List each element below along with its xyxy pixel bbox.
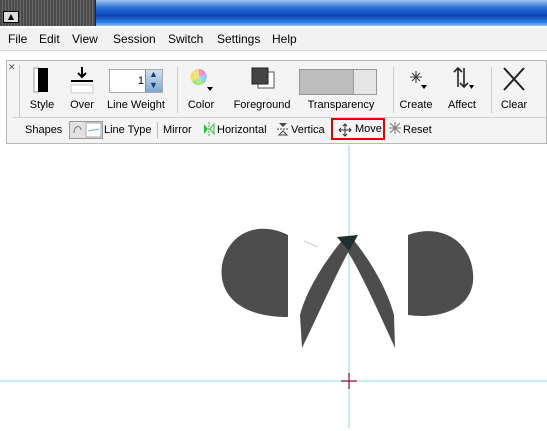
- right-wing-shape[interactable]: [346, 238, 395, 348]
- affect-tool[interactable]: Affect: [443, 65, 481, 111]
- mirror-label: Mirror: [163, 124, 192, 136]
- menu-session[interactable]: Session: [113, 32, 156, 46]
- mirror-vertical-icon: [276, 121, 290, 140]
- toolbar-grip[interactable]: [19, 65, 20, 117]
- menu-file[interactable]: File: [8, 32, 27, 46]
- separator: [177, 67, 178, 113]
- line-type-selector[interactable]: [69, 121, 103, 139]
- separator: [157, 122, 158, 138]
- affect-label: Affect: [448, 99, 476, 111]
- clear-label: Clear: [500, 99, 528, 111]
- move-label: Move: [355, 123, 382, 135]
- drawing-toolbar: ✕ Style Over 1 ▲ ▼ Line Weight Color For…: [6, 60, 547, 144]
- style-label: Style: [29, 99, 55, 111]
- color-label: Color: [187, 99, 215, 111]
- reset-button[interactable]: Reset: [403, 124, 432, 136]
- line-weight-label: Line Weight: [107, 99, 165, 111]
- clear-icon: [503, 67, 525, 91]
- menu-view[interactable]: View: [72, 32, 98, 46]
- clear-button[interactable]: Clear: [497, 65, 531, 111]
- line-type-label: Line Type: [104, 124, 152, 136]
- reset-icon: [388, 121, 402, 138]
- mirror-vertical-button[interactable]: Vertica: [291, 124, 325, 136]
- over-label: Over: [70, 99, 94, 111]
- affect-icon: [453, 66, 474, 89]
- title-bar: ▲: [0, 0, 547, 26]
- menu-edit[interactable]: Edit: [39, 32, 60, 46]
- create-tool[interactable]: Create: [397, 65, 435, 111]
- selection-hint-line: [303, 240, 319, 248]
- move-button[interactable]: Move: [331, 118, 385, 140]
- canvas-artwork: [0, 145, 547, 428]
- left-wing-shape[interactable]: [300, 238, 350, 348]
- style-icon: [33, 67, 48, 93]
- title-grip: ▲: [0, 0, 96, 26]
- foreground-icon: [251, 67, 275, 89]
- move-icon: [338, 123, 352, 137]
- right-half-circle-shape[interactable]: [408, 231, 474, 316]
- foreground-tool[interactable]: Foreground: [223, 65, 301, 111]
- menu-help[interactable]: Help: [272, 32, 297, 46]
- color-tool[interactable]: Color: [183, 65, 219, 111]
- line-type-icon: [73, 122, 102, 138]
- left-half-circle-shape[interactable]: [221, 228, 288, 317]
- transparency-slider[interactable]: [299, 69, 377, 95]
- toolbar-close-icon[interactable]: ✕: [8, 63, 16, 73]
- drawing-canvas[interactable]: [0, 145, 547, 428]
- shapes-label: Shapes: [25, 124, 63, 136]
- line-weight-spinner[interactable]: ▲ ▼: [145, 69, 162, 92]
- menu-bar: File Edit View Session Switch Settings H…: [0, 28, 547, 51]
- separator: [491, 67, 492, 113]
- transparency-label: Transparency: [307, 99, 375, 111]
- app-menu-icon[interactable]: ▲: [3, 11, 19, 23]
- menu-switch[interactable]: Switch: [168, 32, 203, 46]
- foreground-label: Foreground: [233, 99, 291, 111]
- style-tool[interactable]: Style: [25, 65, 59, 111]
- mirror-horizontal-button[interactable]: Horizontal: [217, 124, 267, 136]
- over-tool[interactable]: Over: [65, 65, 99, 111]
- separator: [393, 67, 394, 113]
- mirror-horizontal-icon: [202, 121, 216, 140]
- create-icon: [410, 71, 427, 89]
- color-wheel-icon: [190, 68, 213, 91]
- line-weight-field[interactable]: 1 ▲ ▼: [109, 69, 163, 93]
- toolbar-secondary-row: Shapes Line Type Mirror Horizontal Verti…: [13, 117, 546, 144]
- create-label: Create: [399, 99, 433, 111]
- line-weight-value: 1: [137, 75, 144, 87]
- menu-settings[interactable]: Settings: [217, 32, 260, 46]
- transparency-handle[interactable]: [353, 70, 376, 94]
- over-icon: [70, 67, 94, 94]
